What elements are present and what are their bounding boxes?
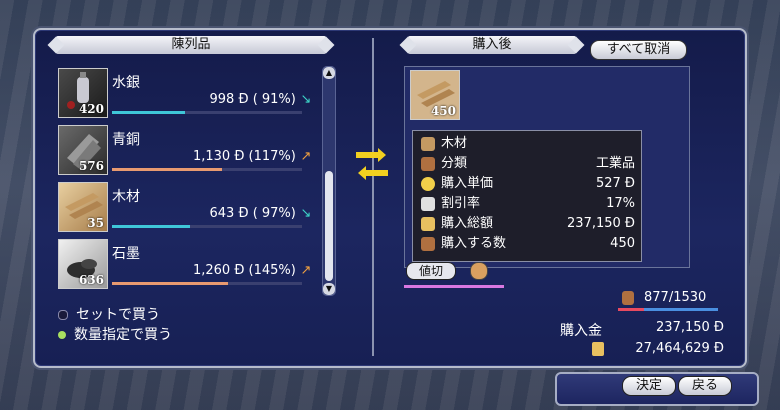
transfer-arrows-icon[interactable] xyxy=(352,146,392,182)
ok-button[interactable]: 決定 xyxy=(622,376,676,396)
item-thumbnail: 420 xyxy=(58,68,108,118)
lumber-icon xyxy=(421,136,435,151)
display-items-list: 420 水銀 998 Đ ( 91%) ↘ 576 青銅 1,130 Đ (11… xyxy=(56,66,318,296)
purchase-amount-label: 購入金 xyxy=(560,323,602,339)
price-bar-fill xyxy=(112,168,222,171)
price-bar-fill xyxy=(112,225,190,228)
item-name: 青銅 xyxy=(112,132,140,148)
item-thumbnail: 576 xyxy=(58,125,108,175)
display-items-header: 陳列品 xyxy=(56,36,326,54)
price-bar xyxy=(112,282,302,285)
tooltip-total: 購入総額 237,150 Đ xyxy=(421,215,635,233)
item-stock: 576 xyxy=(78,159,104,173)
funds-value: 27,464,629 Đ xyxy=(635,341,724,356)
trend-up-icon: ↗ xyxy=(300,263,312,278)
list-item[interactable]: 576 青銅 1,130 Đ (117%) ↗ xyxy=(56,123,318,177)
cargo-capacity: 877/1530 xyxy=(622,290,706,305)
trend-down-icon: ↘ xyxy=(300,92,312,107)
price-bar xyxy=(112,225,302,228)
item-price: 1,130 Đ (117%) ↗ xyxy=(192,149,312,164)
item-thumbnail: 35 xyxy=(58,182,108,232)
tooltip-category: 分類 工業品 xyxy=(421,155,635,173)
list-item[interactable]: 636 石墨 1,260 Đ (145%) ↗ xyxy=(56,237,318,291)
radio-icon xyxy=(58,310,68,320)
scroll-up-icon[interactable]: ▲ xyxy=(323,67,335,79)
tooltip-title: 木材 xyxy=(421,135,635,153)
option-qty-buy[interactable]: 数量指定で買う xyxy=(58,324,172,344)
negotiate-skill-icon[interactable] xyxy=(470,262,488,280)
after-purchase-header: 購入後 xyxy=(408,36,576,54)
item-stock: 420 xyxy=(78,102,104,116)
item-price: 998 Đ ( 91%) ↘ xyxy=(209,92,312,107)
trend-down-icon: ↘ xyxy=(300,206,312,221)
negotiate-bar xyxy=(404,285,504,288)
tooltip-unit-price: 購入単価 527 Đ xyxy=(421,175,635,193)
price-bar-fill xyxy=(112,282,228,285)
item-name: 木材 xyxy=(112,189,140,205)
scrollbar-thumb[interactable] xyxy=(325,171,333,281)
cancel-all-button[interactable]: すべて取消 xyxy=(590,40,687,60)
item-price: 643 Đ ( 97%) ↘ xyxy=(209,206,312,221)
item-stock: 35 xyxy=(87,216,104,230)
back-button[interactable]: 戻る xyxy=(678,376,732,396)
list-item[interactable]: 35 木材 643 Đ ( 97%) ↘ xyxy=(56,180,318,234)
price-bar xyxy=(112,111,302,114)
list-scrollbar[interactable]: ▲ ▼ xyxy=(322,66,336,296)
purchase-amount-value: 237,150 Đ xyxy=(656,320,724,335)
tooltip-discount: 割引率 17% xyxy=(421,195,635,213)
capacity-used-fill xyxy=(618,308,644,311)
discount-arrow-icon xyxy=(421,196,435,211)
price-bar-fill xyxy=(112,111,185,114)
item-thumbnail: 636 xyxy=(58,239,108,289)
category-icon xyxy=(421,156,435,171)
item-name: 石墨 xyxy=(112,246,140,262)
scroll-down-icon[interactable]: ▼ xyxy=(323,283,335,295)
item-price: 1,260 Đ (145%) ↗ xyxy=(192,263,312,278)
barrel-icon xyxy=(421,236,435,251)
selected-item-thumbnail[interactable]: 450 xyxy=(410,70,460,120)
option-set-buy[interactable]: セットで買う xyxy=(58,304,160,324)
panel-divider xyxy=(372,38,374,356)
coin-icon xyxy=(421,176,435,191)
tooltip-quantity: 購入する数 450 xyxy=(421,235,635,253)
price-bar xyxy=(112,168,302,171)
negotiate-button[interactable]: 値切 xyxy=(406,262,456,280)
item-name: 水銀 xyxy=(112,75,140,91)
money-icon xyxy=(592,342,604,356)
barrel-icon xyxy=(622,290,634,305)
list-item[interactable]: 420 水銀 998 Đ ( 91%) ↘ xyxy=(56,66,318,120)
item-tooltip: 木材 分類 工業品 購入単価 527 Đ 割引率 17% 購入総額 237,150 Đ … xyxy=(412,130,642,262)
trend-up-icon: ↗ xyxy=(300,149,312,164)
radio-selected-icon xyxy=(58,331,66,339)
selected-qty: 450 xyxy=(430,104,456,118)
item-stock: 636 xyxy=(78,273,104,287)
capacity-bar xyxy=(618,308,718,311)
money-icon xyxy=(421,216,435,231)
